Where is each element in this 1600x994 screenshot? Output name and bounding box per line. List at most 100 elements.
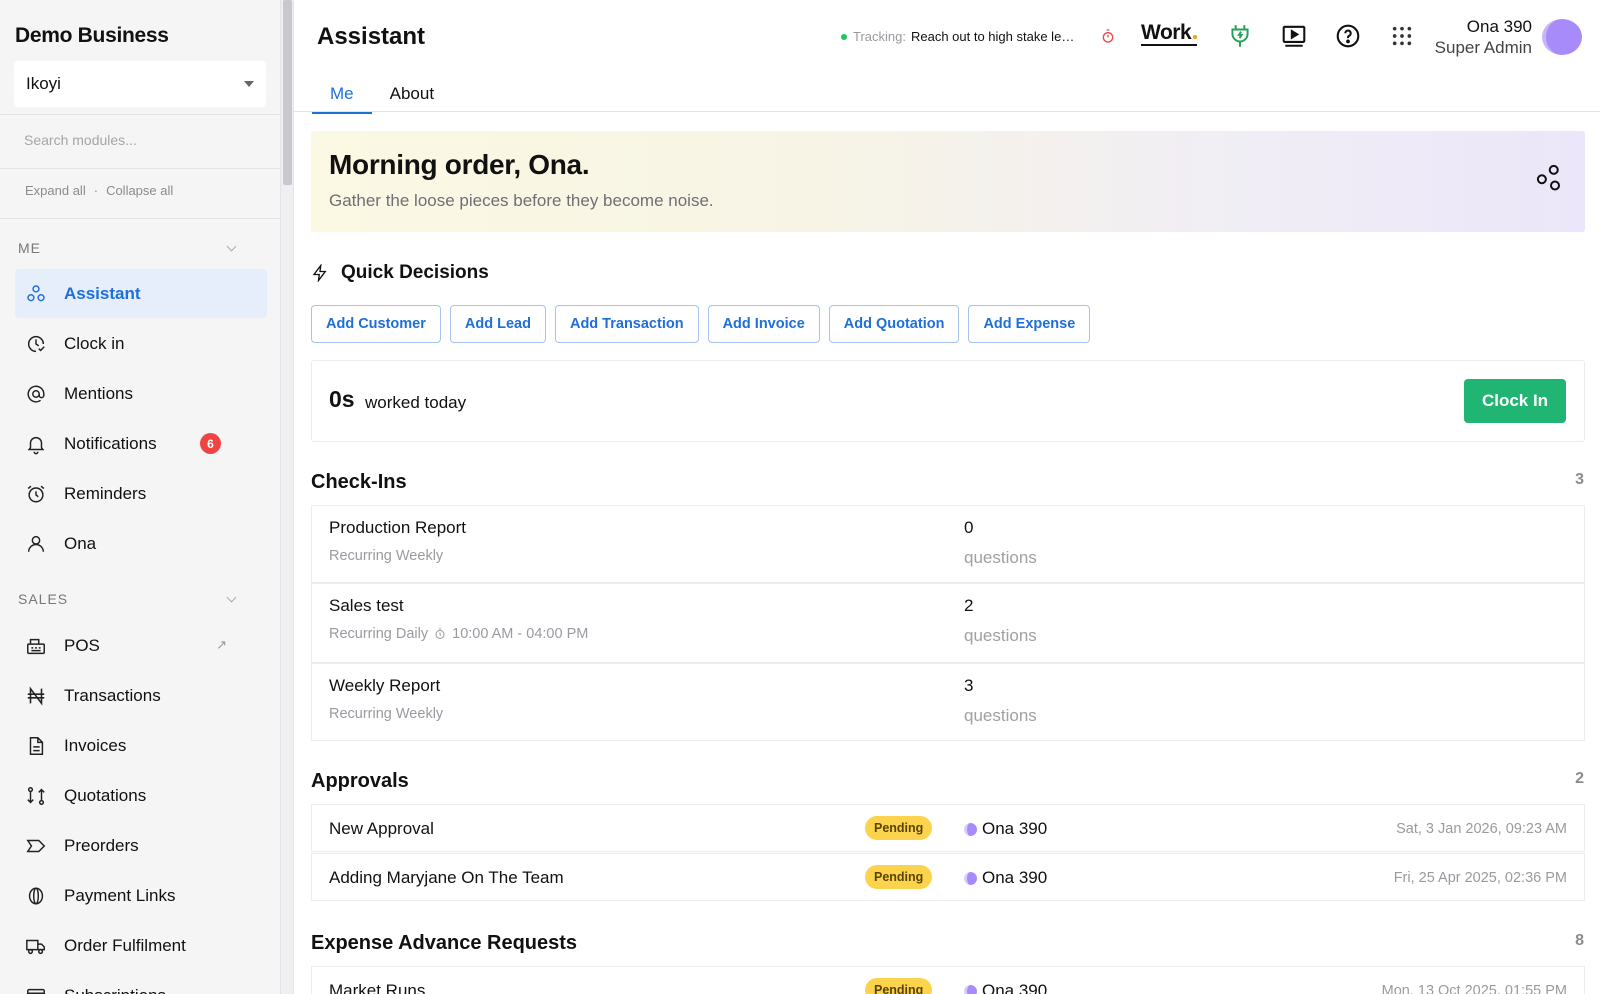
approval-date: Sat, 3 Jan 2026, 09:23 AM: [1396, 821, 1567, 837]
assistant-icon: [25, 283, 47, 305]
checkin-recurrence-label: Recurring Weekly: [329, 706, 444, 722]
sidebar-item-label: Preorders: [64, 835, 139, 855]
separator-dot: ·: [93, 183, 99, 198]
add-lead-button[interactable]: Add Lead: [449, 305, 546, 343]
sidebar-item-order-fulfilment[interactable]: Order Fulfilment: [15, 921, 267, 970]
search-modules-input[interactable]: [14, 126, 266, 154]
bell-icon: [25, 433, 47, 455]
external-link-icon: ↗: [216, 637, 227, 652]
checkin-recurrence-label: Recurring Daily: [329, 626, 429, 642]
checkin-row[interactable]: Production Report Recurring Weekly 0 que…: [311, 505, 1585, 583]
status-badge: Pending: [865, 865, 933, 889]
sidebar-item-invoices[interactable]: Invoices: [15, 721, 267, 770]
question-unit: questions: [964, 626, 1037, 645]
checkin-row[interactable]: Weekly Report Recurring Weekly 3 questio…: [311, 663, 1585, 741]
lightning-icon: [312, 264, 327, 282]
branch-select-value: Ikoyi: [26, 74, 61, 93]
coin-icon: [25, 885, 47, 907]
sidebar-item-label: Ona: [64, 533, 97, 553]
caret-down-icon: [244, 81, 254, 87]
video-screen-icon[interactable]: [1280, 22, 1308, 50]
user-name: Ona 390: [1466, 17, 1532, 36]
question-count: 0: [964, 518, 974, 537]
sidebar-item-payment-links[interactable]: Payment Links: [15, 871, 267, 920]
approval-date: Fri, 25 Apr 2025, 02:36 PM: [1393, 870, 1567, 886]
branch-select[interactable]: Ikoyi: [14, 61, 266, 107]
section-header-label: ME: [18, 240, 41, 256]
sidebar-item-clock-in[interactable]: Clock in: [15, 319, 267, 368]
naira-icon: [25, 685, 47, 707]
status-badge: Pending: [865, 978, 933, 994]
sidebar-item-mentions[interactable]: Mentions: [15, 369, 267, 418]
sidebar-item-transactions[interactable]: Transactions: [15, 671, 267, 720]
greeting-subtitle: Gather the loose pieces before they beco…: [329, 191, 714, 210]
checkin-row[interactable]: Sales test Recurring Daily 10:00 AM - 04…: [311, 583, 1585, 663]
sidebar-item-label: Transactions: [64, 685, 161, 705]
tab-about[interactable]: About: [372, 80, 452, 114]
stopwatch-icon[interactable]: [1094, 22, 1122, 50]
notification-count-badge: 6: [200, 433, 221, 454]
requester-name: Ona 390: [982, 868, 1048, 887]
expand-all-link[interactable]: Expand all: [25, 183, 86, 198]
tracking-status-dot: [841, 33, 847, 40]
approval-title: New Approval: [329, 819, 434, 838]
scrollbar-thumb[interactable]: [283, 0, 292, 185]
sidebar-item-label: Order Fulfilment: [64, 935, 186, 955]
sidebar-scrollbar[interactable]: [281, 0, 294, 994]
add-customer-button[interactable]: Add Customer: [311, 305, 441, 343]
user-role: Super Admin: [1434, 38, 1532, 57]
quick-decisions-buttons: Add Customer Add Lead Add Transaction Ad…: [311, 305, 1091, 343]
sidebar-item-subscriptions[interactable]: Subscriptions: [15, 971, 267, 994]
tab-me[interactable]: Me: [312, 80, 372, 114]
worked-duration: 0s: [329, 386, 355, 412]
user-menu[interactable]: Ona 390 Super Admin: [1435, 17, 1532, 58]
requester: Ona 390: [964, 981, 1047, 994]
checkin-title: Production Report: [329, 518, 467, 537]
sidebar-item-notifications[interactable]: Notifications 6: [15, 419, 267, 468]
sidebar-item-label: Assistant: [64, 283, 141, 303]
checkin-recurrence: Recurring Weekly: [329, 548, 443, 564]
section-header-me[interactable]: ME: [18, 240, 240, 256]
quotation-icon: [25, 785, 47, 807]
collapse-all-link[interactable]: Collapse all: [106, 183, 173, 198]
tracking-value: Reach out to high stake leads: [910, 29, 1079, 44]
tracking-label: Tracking:: [853, 29, 906, 44]
work-logo[interactable]: Work: [1141, 21, 1198, 46]
approval-row[interactable]: Adding Maryjane On The Team Pending Ona …: [311, 853, 1585, 901]
expense-request-title: Market Runs: [329, 981, 426, 994]
add-quotation-button[interactable]: Add Quotation: [828, 305, 960, 343]
greeting-title: Morning order, Ona.: [329, 149, 590, 180]
clock-icon: [435, 628, 445, 639]
avatar: [964, 822, 977, 836]
expense-request-row[interactable]: Market Runs Pending Ona 390 Mon, 13 Oct …: [311, 966, 1585, 994]
work-logo-text: Work: [1141, 21, 1192, 44]
header-divider: [294, 111, 1600, 112]
chevron-down-icon: [226, 241, 237, 251]
add-invoice-button[interactable]: Add Invoice: [707, 305, 820, 343]
sidebar-item-label: Clock in: [64, 333, 125, 353]
sidebar-item-label: Reminders: [64, 483, 147, 503]
plug-icon[interactable]: [1226, 22, 1254, 50]
section-header-sales[interactable]: SALES: [18, 591, 240, 607]
approval-title: Adding Maryjane On The Team: [329, 868, 564, 887]
question-count: 2: [964, 596, 974, 615]
tracking-indicator[interactable]: Tracking: Reach out to high stake leads: [841, 29, 1079, 44]
avatar[interactable]: [1542, 19, 1582, 55]
sidebar-item-reminders[interactable]: Reminders: [15, 469, 267, 518]
sidebar-item-pos[interactable]: POS ↗: [15, 621, 267, 670]
requester-name: Ona 390: [982, 981, 1048, 994]
clock-in-button[interactable]: Clock In: [1464, 379, 1566, 423]
sidebar-item-assistant[interactable]: Assistant: [15, 269, 267, 318]
help-icon[interactable]: [1334, 22, 1362, 50]
sidebar-item-label: Subscriptions: [64, 986, 166, 994]
sidebar-item-label: POS: [64, 635, 100, 655]
sidebar-item-quotations[interactable]: Quotations: [15, 771, 267, 820]
add-expense-button[interactable]: Add Expense: [968, 305, 1091, 343]
requester: Ona 390: [964, 819, 1047, 839]
add-transaction-button[interactable]: Add Transaction: [554, 305, 699, 343]
apps-grid-icon[interactable]: [1388, 22, 1416, 50]
divider: [0, 218, 280, 219]
approval-row[interactable]: New Approval Pending Ona 390 Sat, 3 Jan …: [311, 804, 1585, 852]
sidebar-item-preorders[interactable]: Preorders: [15, 821, 267, 870]
sidebar-item-ona[interactable]: Ona: [15, 519, 267, 568]
